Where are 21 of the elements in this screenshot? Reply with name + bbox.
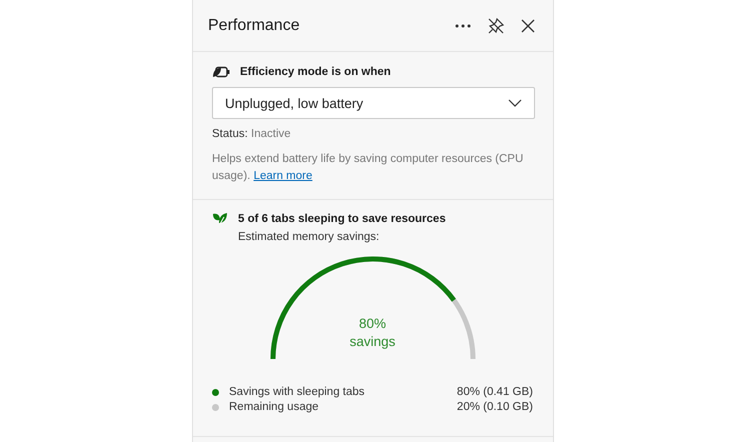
chevron-down-icon [508, 99, 522, 107]
savings-percent: 80% [358, 316, 386, 331]
learn-more-link[interactable]: Learn more [254, 170, 312, 182]
battery-mode-dropdown[interactable]: Unplugged, low battery [212, 87, 535, 119]
description-text: Helps extend battery life by saving computer resources (CPU usage). Learn more [212, 152, 524, 184]
more-icon [455, 24, 471, 28]
panel-title: Performance [208, 16, 300, 34]
legend-value: 20% (0.10 GB) [456, 401, 533, 413]
efficiency-label: Efficiency mode is on when [240, 66, 391, 78]
leaves-icon [212, 212, 228, 226]
status-value: Inactive [251, 128, 291, 140]
legend-label: Savings with sleeping tabs [229, 386, 366, 398]
sleeping-tabs-heading: 5 of 6 tabs sleeping to save resources [238, 213, 446, 225]
legend-value: 80% (0.41 GB) [456, 386, 533, 398]
savings-caption: savings [350, 334, 396, 349]
status-label: Status: [212, 128, 248, 140]
memory-savings-label: Estimated memory savings: [238, 231, 380, 243]
battery-leaf-icon [212, 66, 230, 78]
unpin-icon [487, 16, 505, 34]
close-icon [521, 18, 535, 32]
legend-label: Remaining usage [229, 401, 320, 413]
